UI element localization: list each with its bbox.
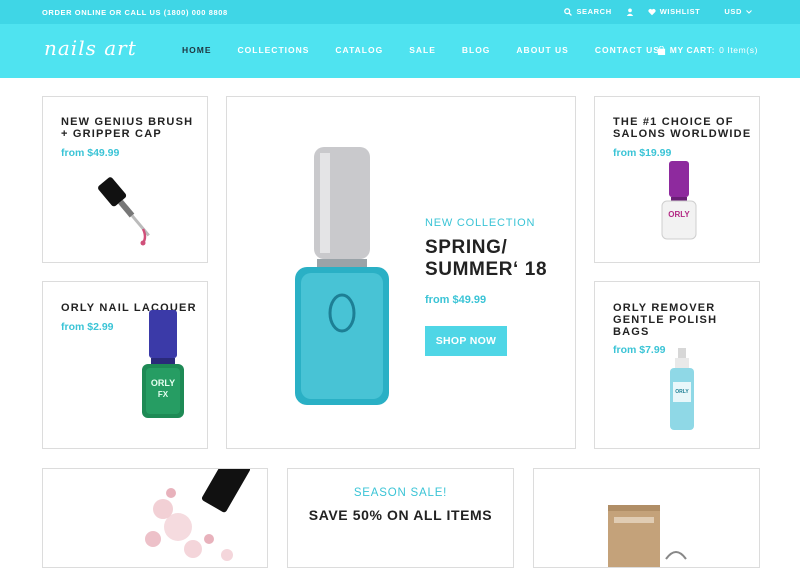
featured-price: from $49.99: [425, 294, 487, 306]
svg-text:ORLY: ORLY: [668, 210, 690, 219]
polish-splash-image: [145, 469, 251, 561]
product-title: ORLY REMOVER: [613, 302, 716, 314]
remover-spray-image: ORLY: [670, 348, 694, 430]
account-link[interactable]: [626, 8, 634, 16]
season-sale-card[interactable]: SEASON SALE! SAVE 50% ON ALL ITEMS: [287, 468, 514, 568]
top-links: SEARCH WISHLIST USD: [564, 7, 752, 16]
product-card-remover[interactable]: ORLY REMOVER GENTLE POLISH BAGS from $7.…: [594, 281, 760, 449]
featured-title: SPRING/ SUMMER‘ 18: [425, 237, 565, 281]
nav-home[interactable]: HOME: [182, 45, 212, 55]
currency-label: USD: [724, 7, 742, 16]
featured-tag: NEW COLLECTION: [425, 217, 536, 229]
wishlist-link[interactable]: WISHLIST: [648, 7, 701, 16]
wishlist-label: WISHLIST: [659, 7, 701, 16]
product-price: from $49.99: [61, 147, 120, 159]
nav-about-us[interactable]: ABOUT US: [516, 45, 568, 55]
sale-title: SAVE 50% ON ALL ITEMS: [308, 507, 493, 523]
shopping-bag-icon: [657, 45, 665, 55]
nav-blog[interactable]: BLOG: [462, 45, 491, 55]
nail-lacquer-image: ORLY FX: [142, 310, 184, 418]
currency-selector[interactable]: USD: [724, 7, 752, 16]
search-link[interactable]: SEARCH: [564, 7, 611, 16]
nav-catalog[interactable]: CATALOG: [335, 45, 383, 55]
product-title-line2: GENTLE POLISH: [613, 314, 718, 326]
promo-card-product-pouch[interactable]: [533, 468, 760, 568]
product-pouch-image: [608, 505, 687, 567]
chevron-down-icon: [746, 9, 752, 14]
shop-now-button[interactable]: SHOP NOW: [425, 326, 507, 356]
product-title: THE #1 CHOICE OF: [613, 116, 734, 128]
product-title: NEW GENIUS BRUSH: [61, 116, 194, 128]
main-nav: HOME COLLECTIONS CATALOG SALE BLOG ABOUT…: [182, 45, 686, 55]
svg-text:FX: FX: [158, 390, 169, 399]
nail-brush-image: [98, 177, 150, 246]
featured-title-line2: SUMMER‘ 18: [425, 259, 548, 280]
heart-icon: [648, 8, 656, 15]
user-icon: [626, 8, 633, 16]
svg-text:ORLY: ORLY: [675, 389, 689, 395]
featured-banner: NEW COLLECTION SPRING/ SUMMER‘ 18 from $…: [226, 96, 576, 449]
logo[interactable]: nails art: [44, 36, 137, 60]
svg-text:ORLY: ORLY: [151, 378, 175, 388]
search-label: SEARCH: [576, 7, 612, 16]
product-title-line3: BAGS: [613, 326, 650, 338]
contact-info: ORDER ONLINE OR CALL US (1800) 000 8808: [42, 8, 228, 17]
product-price: from $7.99: [613, 344, 666, 356]
product-price: from $2.99: [61, 321, 114, 333]
product-card-salons-choice[interactable]: THE #1 CHOICE OF SALONS WORLDWIDE from $…: [594, 96, 760, 263]
cart-count: 0 Item(s): [719, 45, 758, 55]
top-bar: ORDER ONLINE OR CALL US (1800) 000 8808 …: [0, 0, 800, 24]
featured-nail-polish-image: [295, 147, 389, 405]
nav-contact-us[interactable]: CONTACT US: [595, 45, 660, 55]
nav-sale[interactable]: SALE: [409, 45, 436, 55]
cart-link[interactable]: MY CART: 0 Item(s): [657, 45, 758, 55]
base-coat-bottle-image: ORLY: [661, 161, 697, 240]
featured-title-line1: SPRING/: [425, 237, 508, 258]
product-title-line2: + GRIPPER CAP: [61, 128, 162, 140]
product-price: from $19.99: [613, 147, 672, 159]
sale-tag: SEASON SALE!: [353, 487, 448, 499]
search-icon: [564, 7, 573, 16]
product-card-nail-lacquer[interactable]: ORLY NAIL LACQUER from $2.99 ORLY FX: [42, 281, 208, 449]
promo-card-polish-splash[interactable]: [42, 468, 268, 568]
nav-collections[interactable]: COLLECTIONS: [238, 45, 310, 55]
product-card-genius-brush[interactable]: NEW GENIUS BRUSH + GRIPPER CAP from $49.…: [42, 96, 208, 263]
cart-label: MY CART:: [669, 45, 716, 55]
product-title-line2: SALONS WORLDWIDE: [613, 128, 752, 140]
header: nails art HOME COLLECTIONS CATALOG SALE …: [0, 24, 800, 78]
